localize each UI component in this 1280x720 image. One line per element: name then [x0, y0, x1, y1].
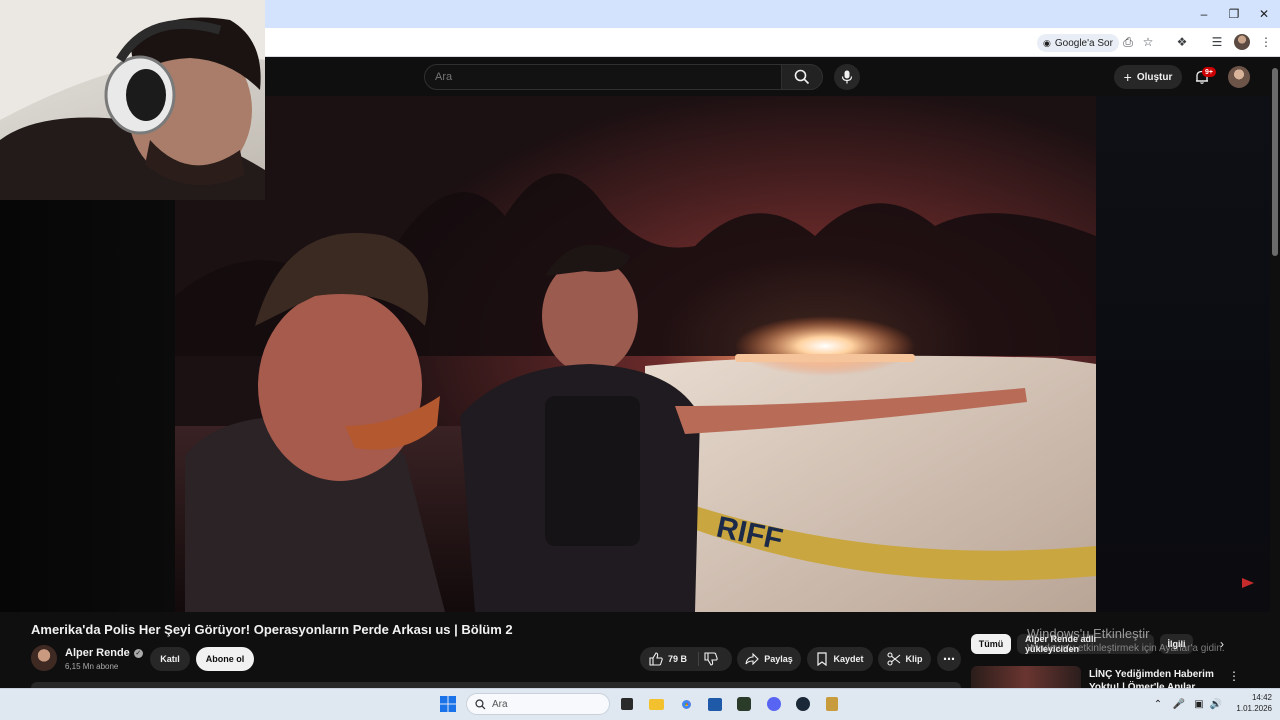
discord-icon[interactable] [764, 694, 784, 714]
microphone-icon [841, 70, 853, 84]
more-actions-button[interactable]: ⋯ [937, 647, 961, 671]
windows-taskbar [0, 688, 1280, 720]
tray-chevron-icon[interactable]: ⌃ [1152, 696, 1164, 712]
subscribe-button[interactable]: Abone ol [196, 647, 254, 671]
lens-icon: ◉ [1043, 37, 1051, 48]
more-vertical-icon[interactable]: ⋮ [1228, 668, 1240, 684]
steam-icon[interactable] [793, 694, 813, 714]
save-button[interactable]: Kaydet [807, 647, 873, 671]
scrollbar-thumb[interactable] [1272, 68, 1278, 256]
suggested-video-thumbnail[interactable] [971, 666, 1081, 688]
like-count: 79 B [668, 654, 688, 664]
share-icon [745, 653, 760, 665]
game-app-icon[interactable] [734, 694, 754, 714]
save-label: Kaydet [833, 654, 864, 664]
notifications-badge: 9+ [1202, 67, 1216, 77]
channel-name-link[interactable]: Alper Rende ✓ [65, 647, 143, 659]
task-view-icon[interactable] [617, 694, 637, 714]
close-icon[interactable]: ✕ [1248, 4, 1280, 24]
create-label: Oluştur [1136, 71, 1173, 83]
media-controls-icon[interactable]: ☰ [1209, 34, 1225, 50]
plus-icon: + [1123, 69, 1132, 85]
taskbar-search-placeholder: Ara [492, 698, 508, 710]
tray-network-icon[interactable]: ▣ [1192, 696, 1206, 712]
voice-search-button[interactable] [834, 64, 860, 90]
taskbar-clock[interactable]: 14:42 1.01.2026 [1226, 692, 1272, 714]
tray-microphone-icon[interactable]: 🎤 [1172, 696, 1186, 712]
scissors-icon [886, 652, 900, 666]
account-avatar[interactable] [1228, 66, 1250, 88]
file-explorer-icon[interactable] [646, 694, 666, 714]
webcam-overlay [0, 0, 265, 200]
activation-watermark-title: Windows'u Etkinleştir [1027, 626, 1150, 641]
thumbs-down-icon [704, 652, 718, 666]
channel-avatar[interactable] [31, 645, 57, 671]
store-icon[interactable] [705, 694, 725, 714]
bookmark-icon [817, 652, 828, 666]
windows-start-icon[interactable] [440, 696, 456, 712]
clip-label: Klip [905, 654, 923, 664]
thumbs-up-icon [649, 652, 663, 666]
install-app-icon[interactable]: ⎙ [1120, 34, 1136, 50]
ambient-left-panel [0, 200, 176, 612]
like-divider [698, 652, 699, 666]
taskbar-search-icon [475, 698, 486, 709]
clock-date: 1.01.2026 [1236, 704, 1272, 713]
taskbar-search[interactable]: Ara [466, 693, 610, 715]
ambient-side-panel [1096, 96, 1270, 612]
suggested-video-title[interactable]: LİNÇ Yediğimden Haberim Yoktu! | Ömer'le… [1089, 668, 1229, 688]
google-ask-button[interactable]: ◉ Google'a Sor [1037, 34, 1119, 52]
google-ask-label: Google'a Sor [1054, 37, 1113, 49]
subscriber-count: 6,15 Mn abone [65, 662, 119, 671]
video-title: Amerika'da Polis Her Şeyi Görüyor! Opera… [31, 622, 513, 637]
extensions-icon[interactable]: ❖ [1174, 34, 1190, 50]
clock-time: 14:42 [1251, 693, 1272, 702]
search-input[interactable] [424, 64, 782, 90]
launcher-icon[interactable] [822, 694, 842, 714]
verified-icon: ✓ [133, 648, 143, 658]
more-horizontal-icon: ⋯ [943, 652, 955, 666]
dislike-button[interactable] [704, 652, 718, 668]
join-button[interactable]: Katıl [150, 647, 190, 671]
search-icon [794, 69, 810, 85]
create-button[interactable]: + Oluştur [1114, 65, 1182, 89]
webcam-image [0, 0, 265, 200]
like-button[interactable]: 79 B [649, 647, 687, 671]
bookmark-star-icon[interactable]: ☆ [1140, 34, 1156, 50]
share-button[interactable]: Paylaş [737, 647, 801, 671]
share-label: Paylaş [764, 654, 793, 664]
video-player[interactable]: RIFF [175, 96, 1096, 612]
chrome-icon[interactable] [676, 694, 696, 714]
browser-profile-avatar[interactable] [1234, 34, 1250, 50]
search-button[interactable] [781, 64, 823, 90]
browser-menu-icon[interactable]: ⋮ [1258, 34, 1274, 50]
activation-watermark-subtitle: Windows'u etkinleştirmek için Ayarlar'a … [1027, 643, 1225, 654]
restore-icon[interactable]: ❐ [1218, 4, 1250, 24]
screen: – ❐ ✕ ◉ Google'a Sor ⎙ ☆ ❖ ☰ ⋮ + Oluştur [0, 0, 1280, 720]
like-dislike-group: 79 B [640, 647, 732, 671]
tray-volume-icon[interactable]: 🔊 [1209, 696, 1223, 712]
minimize-icon[interactable]: – [1188, 4, 1220, 24]
channel-name: Alper Rende [65, 647, 130, 659]
youtube-logo-icon[interactable] [1240, 576, 1256, 590]
clip-button[interactable]: Klip [878, 647, 931, 671]
video-frame-image: RIFF [175, 96, 1096, 612]
chip-all[interactable]: Tümü [971, 634, 1011, 654]
